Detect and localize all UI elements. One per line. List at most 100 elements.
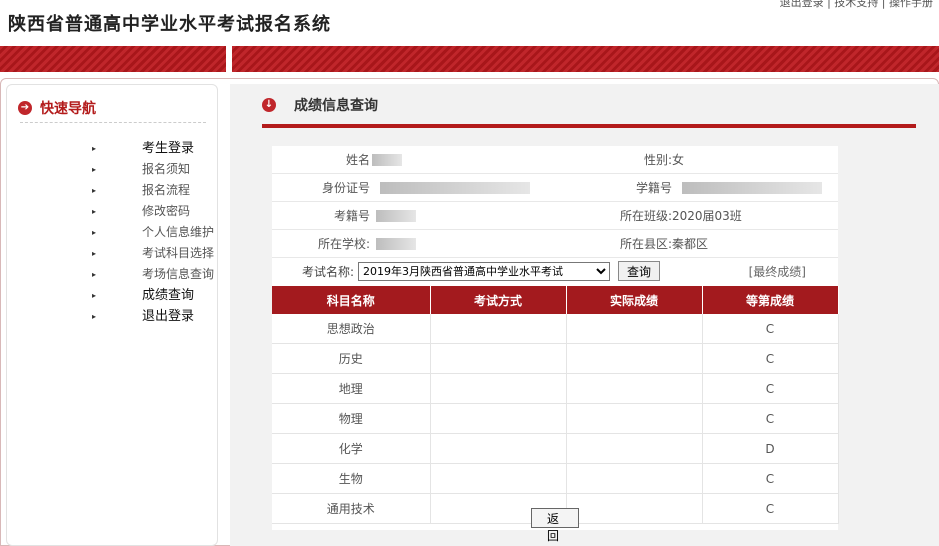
nav-item-notice[interactable]: ▸ 报名须知 xyxy=(92,159,214,180)
table-row: 地理 C xyxy=(272,373,839,404)
nav-list: ▸ 考生登录 ▸ 报名须知 ▸ 报名流程 ▸ 修改密码 ▸ 个人信息维护 ▸ 考试科目选择 … xyxy=(92,138,214,327)
redacted-mask xyxy=(682,182,822,194)
nav-item-process[interactable]: ▸ 报名流程 xyxy=(92,180,214,201)
nav-link-login[interactable]: 考生登录 xyxy=(142,138,194,159)
sidebar-header: ➔ 快速导航 xyxy=(18,98,96,118)
student-no-label: 学籍号 xyxy=(560,173,672,202)
redacted-mask xyxy=(380,182,530,194)
nav-link-profile[interactable]: 个人信息维护 xyxy=(142,222,214,243)
top-links[interactable]: 退出登录 | 技术支持 | 操作手册 xyxy=(780,0,933,10)
nav-link-process[interactable]: 报名流程 xyxy=(142,180,190,201)
cell-actual xyxy=(566,433,703,464)
table-row: 思想政治 C xyxy=(272,314,839,344)
nav-item-profile[interactable]: ▸ 个人信息维护 xyxy=(92,222,214,243)
cell-method xyxy=(430,343,567,374)
exam-no-label: 考籍号 xyxy=(272,201,370,230)
info-row: 考籍号 所在班级: 2020届03班 xyxy=(272,201,838,230)
bullet-icon: ▸ xyxy=(92,186,97,195)
cell-subject: 通用技术 xyxy=(272,493,431,524)
bullet-icon: ▸ xyxy=(92,228,97,237)
exam-select-row: 考试名称: 2019年3月陕西省普通高中学业水平考试 查询 [最终成绩] xyxy=(272,258,838,284)
cell-method xyxy=(430,373,567,404)
table-row: 历史 C xyxy=(272,343,839,374)
school-value xyxy=(370,229,560,258)
section-title: 成绩信息查询 xyxy=(294,98,378,114)
cell-subject: 思想政治 xyxy=(272,314,431,344)
nav-link-notice[interactable]: 报名须知 xyxy=(142,159,190,180)
cell-grade: C xyxy=(702,343,839,374)
cell-grade: C xyxy=(702,493,839,524)
top-header: 陕西省普通高中学业水平考试报名系统 退出登录 | 技术支持 | 操作手册 xyxy=(0,0,939,44)
header-grade: 等第成绩 xyxy=(702,286,839,314)
info-row: 身份证号 学籍号 xyxy=(272,173,838,202)
table-header-row: 科目名称 考试方式 实际成绩 等第成绩 xyxy=(272,286,839,314)
cell-grade: C xyxy=(702,314,839,344)
bullet-icon: ▸ xyxy=(92,249,97,258)
table-row: 物理 C xyxy=(272,403,839,434)
cell-actual xyxy=(566,403,703,434)
school-label: 所在学校: xyxy=(272,229,370,258)
name-value xyxy=(370,146,560,174)
header-actual: 实际成绩 xyxy=(566,286,703,314)
bullet-icon: ▸ xyxy=(92,312,97,321)
grade-table: 科目名称 考试方式 实际成绩 等第成绩 思想政治 C 历史 C 地理 C 物理 xyxy=(272,286,839,524)
nav-item-login[interactable]: ▸ 考生登录 xyxy=(92,138,214,159)
nav-link-subjects[interactable]: 考试科目选择 xyxy=(142,243,214,264)
bullet-icon: ▸ xyxy=(92,291,97,300)
cell-subject: 生物 xyxy=(272,463,431,494)
header-method: 考试方式 xyxy=(430,286,567,314)
query-button[interactable]: 查询 xyxy=(618,261,661,281)
county-label: 所在县区: xyxy=(560,229,672,258)
redacted-mask xyxy=(372,154,402,166)
nav-item-scores[interactable]: ▸ 成绩查询 xyxy=(92,285,214,306)
nav-link-password[interactable]: 修改密码 xyxy=(142,201,190,222)
bullet-icon: ▸ xyxy=(92,207,97,216)
cell-method xyxy=(430,433,567,464)
cell-subject: 地理 xyxy=(272,373,431,404)
bullet-icon: ▸ xyxy=(92,270,97,279)
student-info-table: 姓名 性别: 女 身份证号 学籍号 考籍号 所在班级: 2020届03班 所在学… xyxy=(272,146,838,258)
header-banner-right xyxy=(232,46,939,72)
class-value: 2020届03班 xyxy=(672,201,838,230)
table-row: 化学 D xyxy=(272,433,839,464)
county-value: 秦都区 xyxy=(672,229,838,258)
cell-actual xyxy=(566,314,703,344)
cell-grade: C xyxy=(702,373,839,404)
redacted-mask xyxy=(376,210,416,222)
cell-grade: D xyxy=(702,433,839,464)
section-underline xyxy=(262,124,916,128)
system-title: 陕西省普通高中学业水平考试报名系统 xyxy=(8,14,331,35)
cell-grade: C xyxy=(702,403,839,434)
back-button[interactable]: 返 回 xyxy=(531,508,579,543)
info-row: 所在学校: 所在县区: 秦都区 xyxy=(272,229,838,258)
exam-name-label: 考试名称: xyxy=(302,264,355,279)
header-banner-left xyxy=(0,46,226,72)
id-value xyxy=(370,173,560,202)
header-subject: 科目名称 xyxy=(272,286,431,314)
sidebar-divider xyxy=(20,122,206,123)
exam-no-value xyxy=(370,201,560,230)
cell-actual xyxy=(566,463,703,494)
nav-item-venue[interactable]: ▸ 考场信息查询 xyxy=(92,264,214,285)
bullet-icon: ▸ xyxy=(92,165,97,174)
class-label: 所在班级: xyxy=(560,201,672,230)
cell-method xyxy=(430,314,567,344)
nav-item-logout[interactable]: ▸ 退出登录 xyxy=(92,306,214,327)
nav-link-scores[interactable]: 成绩查询 xyxy=(142,285,194,306)
cell-grade: C xyxy=(702,463,839,494)
exam-name-select[interactable]: 2019年3月陕西省普通高中学业水平考试 xyxy=(358,261,611,281)
cell-subject: 历史 xyxy=(272,343,431,374)
cell-subject: 化学 xyxy=(272,433,431,464)
cell-actual xyxy=(566,373,703,404)
sidebar-title: 快速导航 xyxy=(40,101,96,117)
nav-item-password[interactable]: ▸ 修改密码 xyxy=(92,201,214,222)
nav-link-venue[interactable]: 考场信息查询 xyxy=(142,264,214,285)
cell-actual xyxy=(566,343,703,374)
arrow-right-circle-icon: ➔ xyxy=(18,101,32,115)
final-score-link[interactable]: [最终成绩] xyxy=(749,263,806,280)
cell-method xyxy=(430,463,567,494)
redacted-mask xyxy=(376,238,416,250)
nav-link-logout[interactable]: 退出登录 xyxy=(142,306,194,327)
nav-item-subjects[interactable]: ▸ 考试科目选择 xyxy=(92,243,214,264)
table-row: 生物 C xyxy=(272,463,839,494)
